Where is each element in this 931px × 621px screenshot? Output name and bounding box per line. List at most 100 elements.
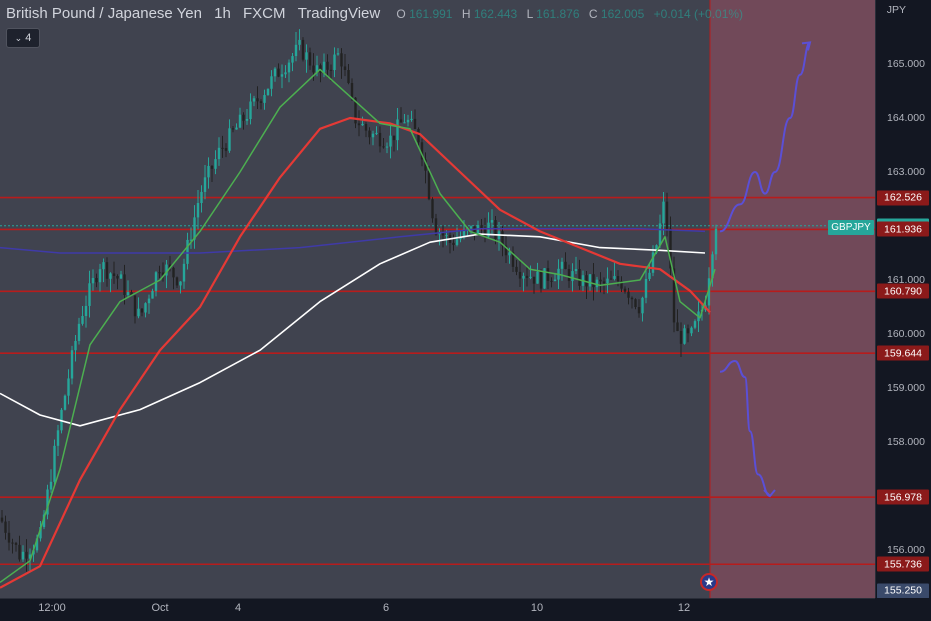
candle-body — [63, 395, 67, 410]
candle-body — [137, 308, 140, 317]
candle-body — [693, 321, 697, 328]
candle-body — [263, 95, 266, 103]
candle-body — [228, 128, 231, 151]
high-label: H — [461, 7, 471, 21]
candle-body — [599, 279, 602, 282]
price-tick-label: 164.000 — [887, 112, 925, 124]
candle-body — [221, 147, 224, 149]
indicator-count: 4 — [25, 32, 32, 44]
high-value: 162.443 — [473, 7, 518, 21]
candle-body — [606, 278, 609, 284]
candle-body — [25, 551, 28, 559]
candle-body — [18, 544, 21, 560]
candle-body — [539, 271, 543, 289]
candle-body — [252, 98, 256, 102]
candle-body — [266, 88, 270, 96]
candle-body — [588, 274, 592, 287]
candle-body — [70, 350, 74, 379]
candle-body — [273, 68, 277, 77]
candle-body — [256, 98, 259, 102]
price-tag-162.526: 162.526 — [877, 190, 929, 206]
candle-body — [326, 61, 329, 70]
price-tick-label: 160.000 — [887, 328, 925, 340]
candle-body — [522, 275, 525, 279]
candle-body — [560, 261, 564, 269]
candle-body — [112, 273, 116, 276]
sma-slow-line — [0, 233, 706, 427]
price-tick-label: 158.000 — [887, 436, 925, 448]
candle-body — [200, 191, 203, 204]
candle-body — [483, 228, 487, 237]
candle-body — [455, 239, 459, 245]
price-tick-label: 159.000 — [887, 382, 925, 394]
chevron-down-icon: ⌄ — [14, 32, 23, 43]
ema-fast-line — [0, 68, 716, 584]
candle-body — [690, 327, 693, 334]
price-tag-156.978: 156.978 — [877, 489, 929, 505]
candle-body — [102, 262, 105, 270]
interval-label[interactable]: 1h — [214, 5, 231, 22]
candle-body — [238, 114, 242, 128]
price-axis[interactable]: JPY — [875, 0, 931, 598]
close-value: 162.005 — [600, 7, 645, 21]
candle-body — [515, 266, 518, 272]
candle-body — [284, 72, 287, 75]
candle-body — [329, 69, 333, 71]
candle-body — [417, 128, 420, 143]
candle-body — [7, 532, 11, 543]
candle-body — [74, 340, 77, 351]
candle-body — [536, 271, 539, 284]
plot-area[interactable] — [0, 0, 875, 598]
candle-body — [182, 263, 186, 282]
price-chart[interactable] — [0, 0, 875, 598]
change-value: +0.014 (+0.01%) — [653, 7, 744, 21]
candle-body — [347, 70, 350, 84]
candle-body — [396, 119, 399, 141]
candle-body — [14, 542, 18, 545]
candle-body — [277, 68, 280, 77]
candle-body — [480, 224, 483, 229]
candle-body — [627, 291, 630, 298]
candle-body — [144, 303, 147, 313]
candle-body — [217, 147, 221, 160]
candle-body — [210, 165, 214, 169]
candle-body — [490, 220, 494, 223]
time-tick-label: 6 — [382, 602, 390, 614]
candle-body — [179, 281, 182, 286]
candle-body — [392, 135, 396, 141]
candle-body — [665, 201, 669, 229]
candle-body — [11, 542, 14, 544]
candle-body — [676, 322, 679, 332]
candle-body — [662, 201, 665, 224]
candle-body — [91, 278, 95, 284]
uk-flag-icon[interactable]: ★ — [700, 573, 718, 591]
candle-body — [644, 278, 648, 298]
time-tick-label: 10 — [530, 602, 544, 614]
candle-body — [385, 146, 389, 148]
candle-body — [613, 276, 616, 279]
candle-body — [147, 298, 151, 304]
candle-body — [235, 127, 238, 130]
candle-body — [214, 159, 217, 169]
symbol-legend: British Pound / Japanese Yen 1h FXCM Tra… — [6, 5, 743, 22]
time-axis[interactable]: 12:00 Oct 4 6 10 12 — [0, 598, 875, 621]
price-tag-161.936: 161.936 — [877, 221, 929, 237]
candle-body — [53, 445, 56, 482]
candle-body — [84, 305, 88, 317]
symbol-title[interactable]: British Pound / Japanese Yen — [6, 5, 202, 22]
candle-body — [508, 252, 511, 256]
candle-body — [123, 274, 126, 296]
time-tick-label: 12 — [677, 602, 691, 614]
candle-body — [119, 274, 123, 279]
candle-body — [364, 123, 368, 131]
indicators-toggle-button[interactable]: ⌄ 4 — [6, 28, 40, 48]
candle-body — [81, 316, 84, 324]
candle-body — [95, 278, 98, 283]
candle-body — [158, 272, 161, 274]
candle-body — [445, 235, 448, 237]
candle-body — [648, 272, 651, 279]
low-label: L — [526, 7, 533, 21]
candle-body — [270, 76, 273, 89]
open-value: 161.991 — [409, 7, 453, 21]
open-label: O — [396, 7, 406, 21]
